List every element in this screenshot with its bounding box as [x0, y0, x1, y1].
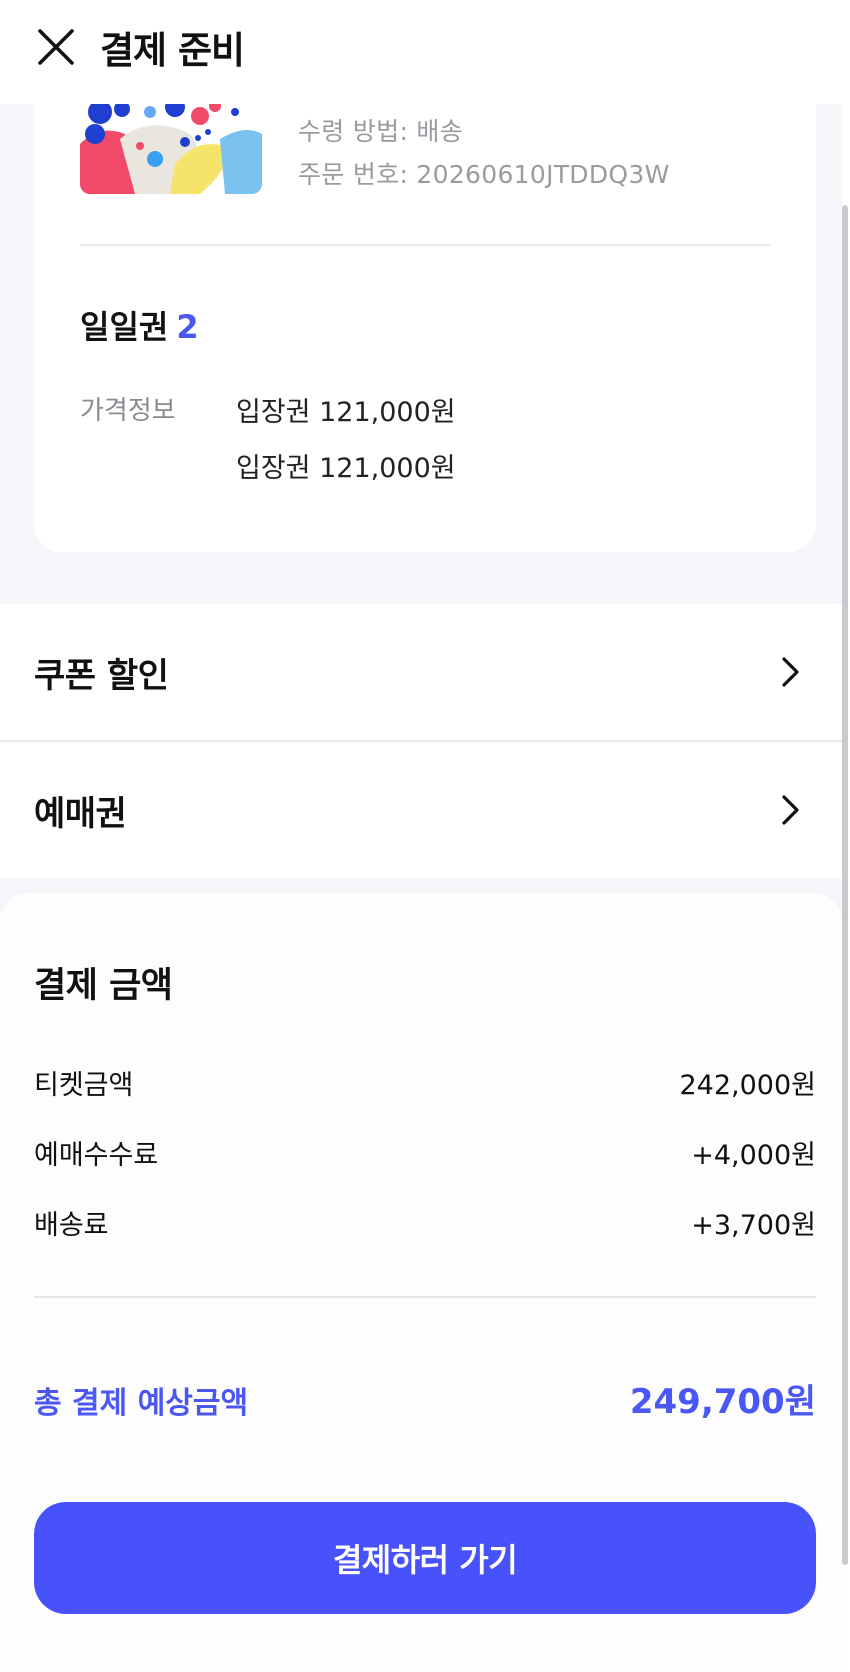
payment-row-label: 티켓금액 — [34, 1070, 134, 1101]
scrollbar[interactable] — [842, 205, 848, 1565]
chevron-right-icon — [782, 795, 799, 825]
voucher-row[interactable]: 예매권 — [0, 742, 842, 878]
payment-row-label: 배송료 — [34, 1210, 109, 1241]
price-line: 입장권 121,000원 — [236, 397, 456, 428]
header-bar: 결제 준비 — [0, 0, 850, 104]
payment-row-value: 242,000원 — [679, 1070, 817, 1101]
ticket-count: 2 — [176, 308, 199, 346]
chevron-right-icon — [782, 657, 799, 687]
voucher-label: 예매권 — [34, 793, 127, 834]
payment-row-value: +4,000원 — [691, 1140, 816, 1171]
page-title: 결제 준비 — [100, 29, 245, 72]
ticket-type: 일일권 2 — [80, 302, 199, 348]
event-poster-thumbnail — [80, 104, 262, 194]
price-line: 입장권 121,000원 — [236, 453, 456, 484]
close-icon[interactable] — [36, 27, 76, 67]
card-divider — [80, 244, 770, 246]
total-amount-value: 249,700원 — [629, 1382, 816, 1422]
coupon-discount-row[interactable]: 쿠폰 할인 — [0, 604, 842, 740]
payment-divider — [34, 1296, 816, 1298]
payment-amount-title: 결제 금액 — [34, 966, 173, 1006]
price-info-label: 가격정보 — [80, 396, 176, 426]
total-amount-label: 총 결제 예상금액 — [34, 1386, 249, 1421]
coupon-discount-label: 쿠폰 할인 — [34, 655, 169, 696]
proceed-to-payment-button[interactable]: 결제하러 가기 — [34, 1502, 816, 1614]
receive-method-text: 수령 방법: 배송 — [298, 117, 464, 146]
payment-row-label: 예매수수료 — [34, 1140, 159, 1171]
order-number-text: 주문 번호: 20260610JTDDQ3W — [298, 160, 670, 189]
ticket-type-name: 일일권 — [80, 308, 169, 346]
payment-row-value: +3,700원 — [691, 1210, 816, 1241]
